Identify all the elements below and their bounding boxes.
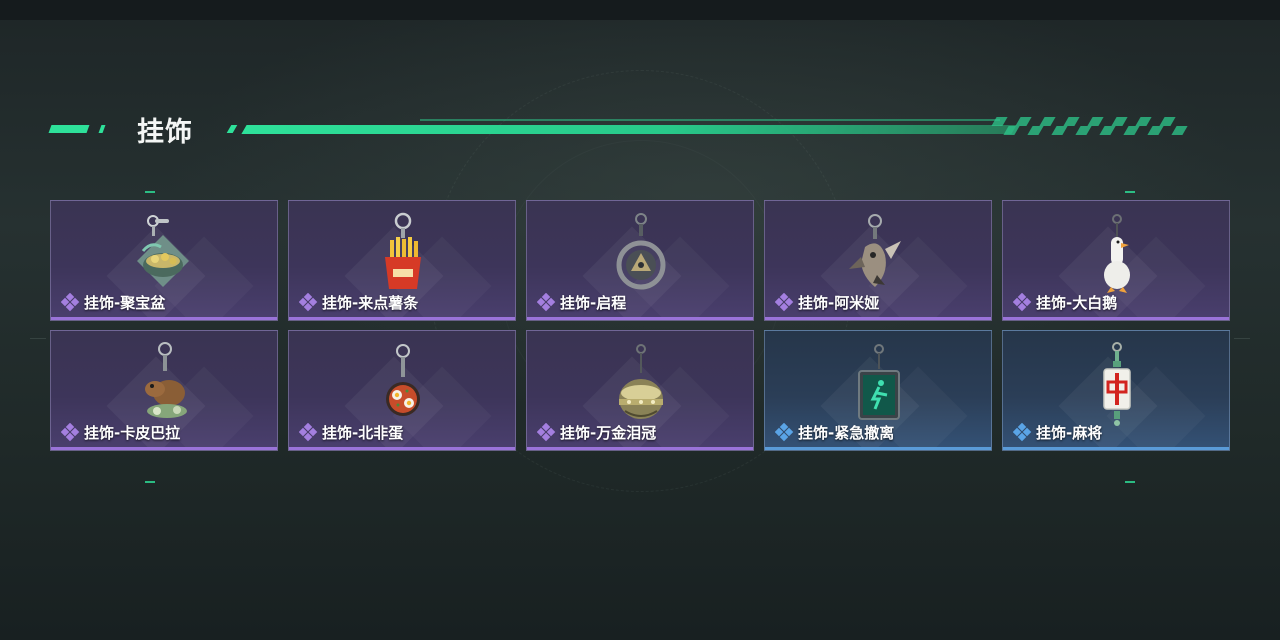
corner-tick xyxy=(1125,481,1135,483)
rarity-diamond-icon xyxy=(537,423,556,442)
section-title: 挂饰 xyxy=(137,117,193,148)
charm-card[interactable]: 挂饰-聚宝盆 xyxy=(50,200,278,321)
charm-name: 挂饰-来点薯条 xyxy=(322,294,419,312)
charm-card[interactable]: 挂饰-北非蛋 xyxy=(288,330,516,451)
header-checker-pattern xyxy=(990,117,1200,135)
shakshuka-charm-icon xyxy=(386,344,420,416)
charm-name: 挂饰-聚宝盆 xyxy=(84,294,166,312)
rarity-bar xyxy=(527,317,753,320)
charm-card[interactable]: 挂饰-紧急撤离 xyxy=(764,330,992,451)
corner-tick xyxy=(145,481,155,483)
rarity-diamond-icon xyxy=(61,293,80,312)
medallion-charm-icon xyxy=(616,213,666,290)
goose-charm-icon xyxy=(1104,214,1130,293)
charm-card[interactable]: 挂饰-卡皮巴拉 xyxy=(50,330,278,451)
corner-tick xyxy=(1125,191,1135,193)
rarity-bar xyxy=(1003,317,1229,320)
header-accent-bar xyxy=(241,125,1017,134)
charm-name: 挂饰-阿米娅 xyxy=(798,294,880,312)
capybara-charm-icon xyxy=(145,342,187,418)
header-accent-dash xyxy=(98,125,106,133)
exit-sign-charm-icon xyxy=(858,344,900,420)
header-accent-dash xyxy=(226,125,238,133)
charm-name: 挂饰-卡皮巴拉 xyxy=(84,424,181,442)
crown-charm-icon xyxy=(619,344,663,419)
charm-name: 挂饰-启程 xyxy=(560,294,627,312)
charm-name: 挂饰-大白鹅 xyxy=(1036,294,1118,312)
left-guide-line xyxy=(30,338,46,339)
rarity-diamond-icon xyxy=(537,293,556,312)
rarity-diamond-icon xyxy=(775,423,794,442)
fries-charm-icon xyxy=(385,212,421,289)
rarity-bar xyxy=(51,447,277,450)
charm-card[interactable]: 挂饰-大白鹅 xyxy=(1002,200,1230,321)
bird-charm-icon xyxy=(849,214,901,287)
rarity-bar xyxy=(51,317,277,320)
charm-card[interactable]: 挂饰-来点薯条 xyxy=(288,200,516,321)
charm-card[interactable]: 挂饰-启程 xyxy=(526,200,754,321)
mahjong-tile-charm-icon xyxy=(1103,342,1131,426)
rarity-bar xyxy=(765,447,991,450)
rarity-bar xyxy=(527,447,753,450)
rarity-diamond-icon xyxy=(1013,293,1032,312)
rarity-bar xyxy=(765,317,991,320)
rarity-bar xyxy=(1003,447,1229,450)
charm-card[interactable]: 挂饰-麻将 xyxy=(1002,330,1230,451)
section-header: 挂饰 xyxy=(0,108,1280,148)
rarity-bar xyxy=(289,317,515,320)
charm-name: 挂饰-北非蛋 xyxy=(322,424,404,442)
header-accent-dash xyxy=(48,125,90,133)
charm-name: 挂饰-麻将 xyxy=(1036,424,1103,442)
charm-name: 挂饰-万金泪冠 xyxy=(560,424,657,442)
charm-card[interactable]: 挂饰-阿米娅 xyxy=(764,200,992,321)
rarity-diamond-icon xyxy=(61,423,80,442)
rarity-diamond-icon xyxy=(299,423,318,442)
treasure-bowl-charm-icon xyxy=(137,215,189,287)
rarity-diamond-icon xyxy=(775,293,794,312)
right-guide-line xyxy=(1234,338,1250,339)
rarity-bar xyxy=(289,447,515,450)
charm-name: 挂饰-紧急撤离 xyxy=(798,424,895,442)
rarity-diamond-icon xyxy=(299,293,318,312)
rarity-diamond-icon xyxy=(1013,423,1032,442)
corner-tick xyxy=(145,191,155,193)
header-thin-line xyxy=(420,119,1000,121)
charm-card[interactable]: 挂饰-万金泪冠 xyxy=(526,330,754,451)
top-band xyxy=(0,0,1280,20)
